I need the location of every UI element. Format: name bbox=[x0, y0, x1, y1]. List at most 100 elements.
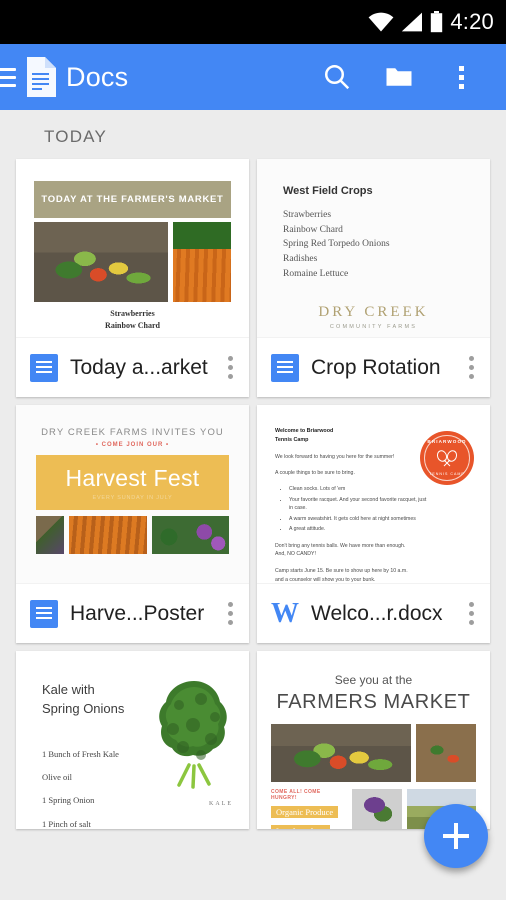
document-title: Today a...arket bbox=[70, 355, 208, 379]
card-overflow-button[interactable] bbox=[463, 348, 480, 387]
document-card-farmers-market-poster[interactable]: See you at the FARMERS MARKET COME ALL! … bbox=[257, 651, 490, 829]
create-new-document-button[interactable] bbox=[424, 804, 488, 868]
thumb-photos bbox=[34, 222, 231, 302]
carrots-photo bbox=[173, 222, 231, 302]
hero-subtitle: EVERY SUNDAY IN JULY bbox=[92, 495, 173, 501]
briarwood-tennis-camp-badge-icon: BRIARWOOD TENNIS CAMP bbox=[420, 431, 474, 485]
list-item: 1 Pinch of salt bbox=[42, 818, 91, 829]
cabbage-photo bbox=[151, 516, 229, 554]
list-item: Rainbow Chard bbox=[283, 224, 343, 235]
list-item: Spring Red Torpedo Onions bbox=[283, 239, 390, 250]
section-header-today: TODAY bbox=[44, 127, 107, 146]
kebab-menu-icon bbox=[458, 65, 464, 89]
card-footer: W Welco...r.docx bbox=[257, 583, 490, 643]
poster-chip-1: Organic Produce bbox=[271, 806, 339, 818]
list-item: Romaine Lettuce bbox=[283, 268, 349, 279]
poster-line-2: FARMERS MARKET bbox=[276, 691, 471, 713]
recipe-title-line-1: Kale with bbox=[42, 682, 95, 697]
card-footer: Crop Rotation bbox=[257, 337, 490, 397]
card-footer: Harve...Poster bbox=[16, 583, 249, 643]
thumb-line-1: DRY CREEK FARMS INVITES YOU bbox=[41, 427, 224, 438]
card-footer: Today a...arket bbox=[16, 337, 249, 397]
document-card-kale-recipe[interactable]: Kale with Spring Onions 1 Bunch of Fresh… bbox=[16, 651, 249, 829]
doc-title-line-2: Tennis Camp bbox=[275, 436, 309, 443]
status-bar-clock: 4:20 bbox=[450, 9, 494, 34]
logo-wordmark: DRY CREEK bbox=[318, 303, 429, 320]
doc-paragraph-2: A couple things to be sure to bring. bbox=[275, 470, 355, 477]
recipe-title-line-2: Spring Onions bbox=[42, 700, 125, 716]
document-thumbnail[interactable]: West Field Crops Strawberries Rainbow Ch… bbox=[257, 159, 490, 337]
poster-text-column: COME ALL! COME HUNGRY! Organic Produce L… bbox=[271, 789, 347, 829]
list-item: A great attitude. bbox=[289, 525, 429, 534]
poster-line-1: See you at the bbox=[334, 673, 413, 687]
word-file-icon: W bbox=[271, 597, 299, 629]
poster-hero-photos bbox=[271, 724, 476, 782]
document-thumbnail[interactable]: See you at the FARMERS MARKET COME ALL! … bbox=[257, 651, 490, 829]
thumb-line-2: • COME JOIN OUR • bbox=[95, 442, 170, 448]
logo-subtitle: COMMUNITY FARMS bbox=[329, 323, 418, 330]
card-overflow-button[interactable] bbox=[222, 594, 239, 633]
folder-icon bbox=[386, 68, 412, 86]
badge-bottom-text: TENNIS CAMP bbox=[429, 472, 465, 477]
caption-line-1: Strawberries bbox=[110, 309, 155, 318]
search-icon bbox=[325, 65, 350, 90]
document-card-welcome-letter-docx[interactable]: BRIARWOOD TENNIS CAMP Welcome to Briarwo… bbox=[257, 405, 490, 643]
document-card-crop-rotation[interactable]: West Field Crops Strawberries Rainbow Ch… bbox=[257, 159, 490, 397]
doc-title-line-1: Welcome to Briarwood bbox=[275, 428, 334, 434]
doc-paragraph-4: Camp starts June 15. Be sure to show up … bbox=[275, 568, 408, 583]
list-item: Your favorite racquet. And your second f… bbox=[289, 496, 429, 513]
document-thumbnail[interactable]: Kale with Spring Onions 1 Bunch of Fresh… bbox=[16, 651, 249, 829]
badge-top-text: BRIARWOOD bbox=[427, 439, 467, 444]
thumb-heading: West Field Crops bbox=[283, 185, 373, 197]
google-docs-file-icon bbox=[271, 353, 299, 382]
carrots-photo bbox=[69, 516, 147, 554]
doc-paragraph-3: Don't bring any tennis balls. We have mo… bbox=[275, 542, 406, 558]
thumb-hero-banner: Harvest Fest EVERY SUNDAY IN JULY bbox=[36, 455, 229, 510]
poster-chip-2: Local produce bbox=[271, 825, 330, 829]
card-overflow-button[interactable] bbox=[222, 348, 239, 387]
document-title: Welco...r.docx bbox=[311, 601, 443, 625]
document-card-harvest-poster[interactable]: DRY CREEK FARMS INVITES YOU • COME JOIN … bbox=[16, 405, 249, 643]
card-overflow-button[interactable] bbox=[463, 594, 480, 633]
document-thumbnail[interactable]: TODAY AT THE FARMER'S MARKET Strawberrie… bbox=[16, 159, 249, 337]
poster-tagline: COME ALL! COME HUNGRY! bbox=[271, 789, 321, 801]
overflow-menu-button[interactable] bbox=[430, 44, 492, 110]
document-title: Crop Rotation bbox=[311, 355, 441, 379]
app-bar: Docs bbox=[0, 44, 506, 110]
document-list: TODAY TODAY AT THE FARMER'S MARKET Straw… bbox=[0, 110, 506, 900]
caption-line-2: Rainbow Chard bbox=[105, 321, 160, 330]
google-docs-file-icon bbox=[30, 353, 58, 382]
wifi-icon bbox=[368, 12, 394, 32]
herbs-photo bbox=[352, 789, 402, 829]
kale-signature-label: KALE bbox=[209, 801, 233, 807]
list-item: Strawberries bbox=[283, 210, 332, 220]
hamburger-menu-icon[interactable] bbox=[0, 67, 16, 87]
document-thumbnail[interactable]: BRIARWOOD TENNIS CAMP Welcome to Briarwo… bbox=[257, 405, 490, 583]
kale-photo bbox=[36, 516, 64, 554]
vegetable-crate-photo bbox=[416, 724, 476, 782]
brand: Docs bbox=[24, 57, 128, 97]
hero-title: Harvest Fest bbox=[65, 465, 200, 491]
google-docs-file-icon bbox=[30, 599, 58, 628]
thumb-caption: Strawberries Rainbow Chard bbox=[34, 308, 231, 332]
thumb-crop-list: Strawberries Rainbow Chard Spring Red To… bbox=[283, 208, 490, 282]
list-item: Radishes bbox=[283, 254, 318, 265]
thumb-banner: TODAY AT THE FARMER'S MARKET bbox=[34, 181, 231, 218]
folder-button[interactable] bbox=[368, 44, 430, 110]
list-item: Clean socks. Lots of 'em bbox=[289, 485, 429, 494]
status-bar: 4:20 bbox=[0, 0, 506, 44]
document-card-today-at-the-market[interactable]: TODAY AT THE FARMER'S MARKET Strawberrie… bbox=[16, 159, 249, 397]
document-title: Harve...Poster bbox=[70, 601, 205, 625]
document-thumbnail[interactable]: DRY CREEK FARMS INVITES YOU • COME JOIN … bbox=[16, 405, 249, 583]
app-bar-actions bbox=[306, 44, 492, 110]
thumb-photo-strip bbox=[36, 516, 229, 554]
doc-bullet-list: Clean socks. Lots of 'em Your favorite r… bbox=[289, 485, 429, 534]
vegetable-basket-photo bbox=[271, 724, 411, 782]
cellular-signal-icon bbox=[402, 12, 423, 32]
google-docs-logo-icon bbox=[27, 57, 56, 97]
kale-illustration-icon bbox=[159, 681, 227, 789]
doc-paragraph-1: We look forward to having you here for t… bbox=[275, 453, 395, 460]
battery-icon bbox=[431, 11, 443, 33]
list-item: A warm sweatshirt. It gets cold here at … bbox=[289, 515, 429, 524]
search-button[interactable] bbox=[306, 44, 368, 110]
